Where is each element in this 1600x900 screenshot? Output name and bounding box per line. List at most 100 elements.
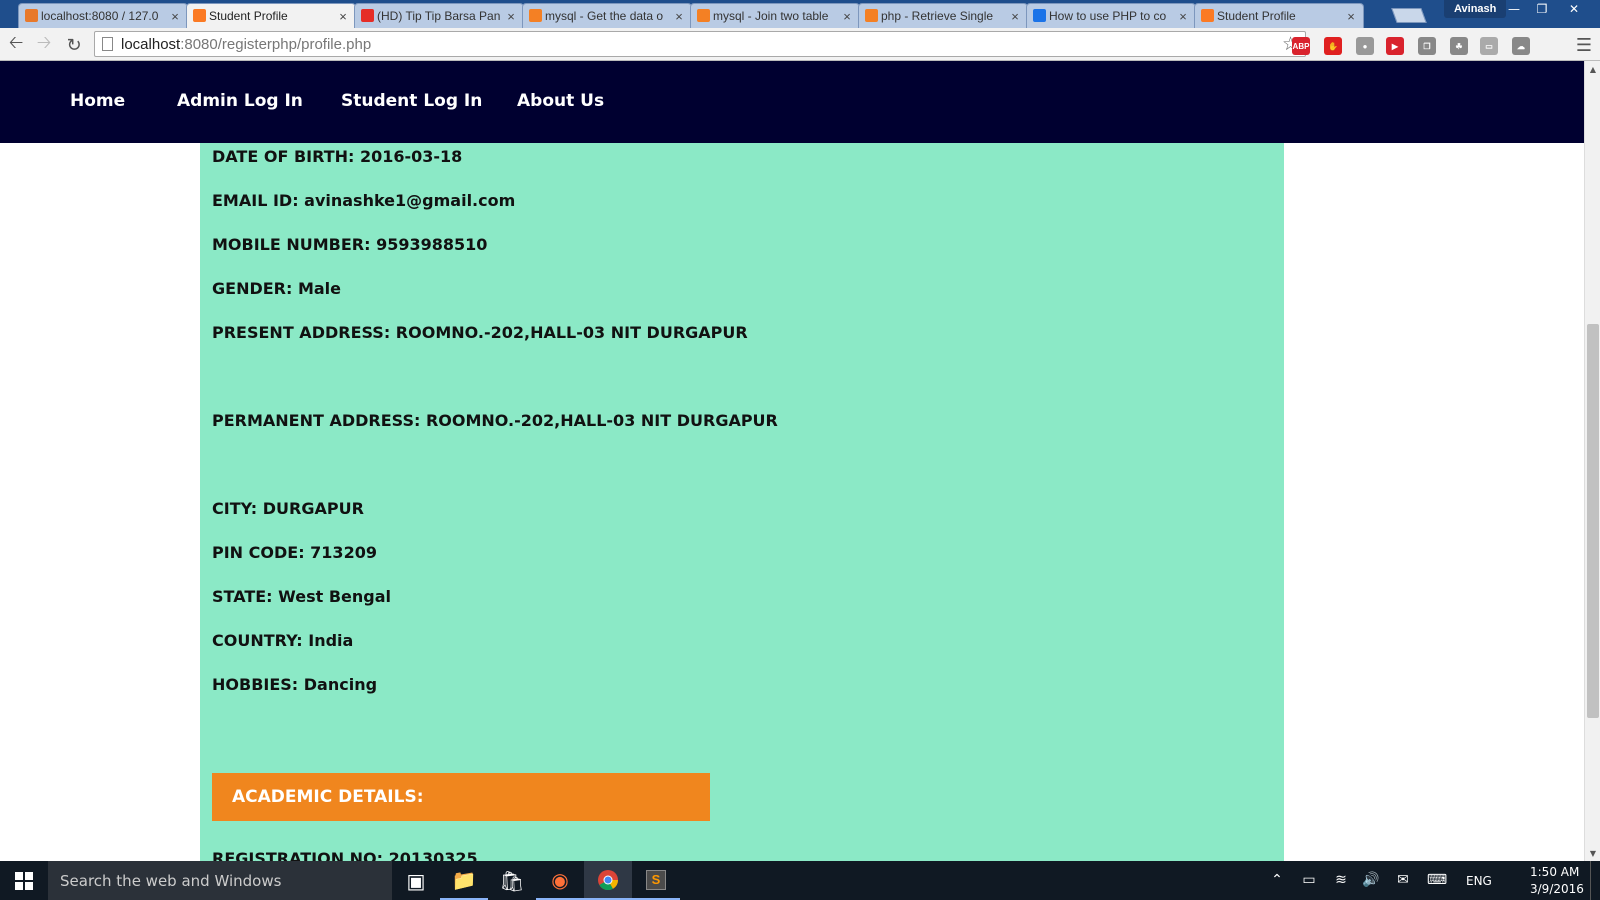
- browser-tab-strip: Avinash — ❐ ✕ localhost:8080 / 127.0 × Stu…: [0, 0, 1600, 28]
- bulb-icon[interactable]: ●: [1356, 37, 1374, 55]
- profile-panel: DATE OF BIRTH: 2016-03-18 EMAIL ID: avin…: [200, 143, 1284, 861]
- xampp-icon: [193, 9, 206, 22]
- close-tab-icon[interactable]: ×: [673, 9, 685, 24]
- show-desktop-button[interactable]: [1590, 861, 1600, 900]
- city: CITY: DURGAPUR: [212, 499, 364, 518]
- clock-date[interactable]: 3/9/2016: [1530, 882, 1584, 896]
- close-tab-icon[interactable]: ×: [1345, 9, 1357, 24]
- task-view-icon[interactable]: ▣: [392, 861, 440, 900]
- restore-icon[interactable]: ❐: [1528, 0, 1556, 18]
- language-indicator[interactable]: ENG: [1466, 874, 1492, 888]
- stackoverflow-icon: [865, 9, 878, 22]
- profile-button[interactable]: Avinash: [1444, 0, 1507, 18]
- stackoverflow-icon: [697, 9, 710, 22]
- start-button[interactable]: [0, 861, 48, 900]
- youtube-icon: [361, 9, 374, 22]
- chrome-menu-icon[interactable]: ☰: [1572, 33, 1596, 57]
- browser-tab[interactable]: mysql - Join two table ×: [690, 3, 860, 28]
- tab-title: How to use PHP to co: [1049, 9, 1167, 23]
- nav-about-us-link[interactable]: About Us: [517, 91, 604, 111]
- url-path: :8080/registerphp/profile.php: [180, 35, 372, 53]
- back-icon[interactable]: 🡠: [4, 32, 28, 57]
- gender: GENDER: Male: [212, 279, 342, 298]
- tab-title: Student Profile: [1217, 9, 1296, 23]
- mobile-number: MOBILE NUMBER: 9593988510: [212, 235, 488, 254]
- tab-title: php - Retrieve Single: [881, 9, 994, 23]
- stop-icon[interactable]: ✋: [1324, 37, 1342, 55]
- date-of-birth: DATE OF BIRTH: 2016-03-18: [212, 147, 463, 166]
- chrome-logo-icon: [598, 869, 619, 890]
- cloud-icon[interactable]: ☁: [1512, 37, 1530, 55]
- pin-code: PIN CODE: 713209: [212, 543, 377, 562]
- leaf-icon[interactable]: ☘: [1450, 37, 1468, 55]
- tab-title: Student Profile: [209, 9, 288, 23]
- registration-no: REGISTRATION NO: 20130325: [212, 849, 478, 861]
- permanent-address: PERMANENT ADDRESS: ROOMNO.-202,HALL-03 N…: [212, 411, 778, 430]
- country: COUNTRY: India: [212, 631, 354, 650]
- sublime-logo-icon: S: [646, 869, 666, 890]
- loading-icon: [1033, 9, 1046, 22]
- close-tab-icon[interactable]: ×: [841, 9, 853, 24]
- tab-title: mysql - Join two table: [713, 9, 829, 23]
- forward-icon[interactable]: 🡢: [32, 32, 56, 57]
- browser-tab[interactable]: localhost:8080 / 127.0 ×: [18, 3, 188, 28]
- site-navbar: Home Admin Log In Student Log In About U…: [0, 61, 1584, 143]
- browser-tab[interactable]: (HD) Tip Tip Barsa Pan ×: [354, 3, 524, 28]
- browser-toolbar: 🡠 🡢 ↻ localhost:8080/registerphp/profile…: [0, 28, 1600, 61]
- academic-details-header: ACADEMIC DETAILS:: [212, 773, 710, 821]
- close-tab-icon[interactable]: ×: [1009, 9, 1021, 24]
- close-tab-icon[interactable]: ×: [1177, 9, 1189, 24]
- firefox-icon[interactable]: ◉: [536, 861, 584, 900]
- action-center-icon[interactable]: ✉: [1394, 871, 1412, 889]
- browser-tab[interactable]: Student Profile ×: [186, 3, 356, 28]
- browser-tab[interactable]: How to use PHP to co ×: [1026, 3, 1196, 28]
- card-icon[interactable]: ▭: [1480, 37, 1498, 55]
- battery-icon[interactable]: ▭: [1300, 871, 1318, 889]
- minimize-icon[interactable]: —: [1500, 0, 1528, 18]
- copy-icon[interactable]: ❐: [1418, 37, 1436, 55]
- tab-title: mysql - Get the data o: [545, 9, 664, 23]
- hobbies: HOBBIES: Dancing: [212, 675, 378, 694]
- scrollbar-thumb[interactable]: [1587, 324, 1599, 718]
- page-viewport: Home Admin Log In Student Log In About U…: [0, 61, 1584, 861]
- clock-time[interactable]: 1:50 AM: [1530, 865, 1579, 879]
- volume-icon[interactable]: 🔊: [1362, 871, 1380, 889]
- wifi-icon[interactable]: ≋: [1332, 871, 1350, 889]
- abp-icon[interactable]: ABP: [1292, 37, 1310, 55]
- file-explorer-icon[interactable]: 📁: [440, 861, 488, 900]
- stackoverflow-icon: [529, 9, 542, 22]
- reload-icon[interactable]: ↻: [62, 33, 86, 57]
- taskbar-search-box[interactable]: Search the web and Windows: [48, 861, 392, 900]
- show-hidden-icons-icon[interactable]: ⌃: [1268, 871, 1286, 889]
- browser-tab[interactable]: mysql - Get the data o ×: [522, 3, 692, 28]
- state: STATE: West Bengal: [212, 587, 391, 606]
- page-scrollbar[interactable]: ▲ ▼: [1584, 61, 1600, 861]
- video-icon[interactable]: ▶: [1386, 37, 1404, 55]
- new-tab-button[interactable]: [1391, 8, 1427, 23]
- keyboard-icon[interactable]: ⌨: [1427, 871, 1447, 889]
- sublime-text-icon[interactable]: S: [632, 861, 680, 900]
- close-tab-icon[interactable]: ×: [169, 9, 181, 24]
- chrome-icon[interactable]: [584, 861, 632, 900]
- store-icon[interactable]: 🛍: [488, 861, 536, 900]
- address-bar[interactable]: localhost:8080/registerphp/profile.php ☆: [94, 31, 1306, 57]
- phpmyadmin-icon: [25, 9, 38, 22]
- nav-home-link[interactable]: Home: [70, 91, 125, 111]
- url-host: localhost: [121, 35, 181, 53]
- page-icon: [102, 37, 113, 51]
- windows-taskbar: Search the web and Windows ▣ 📁 🛍 ◉ S ⌃ ▭…: [0, 861, 1600, 900]
- scroll-up-icon[interactable]: ▲: [1585, 61, 1600, 77]
- close-tab-icon[interactable]: ×: [505, 9, 517, 24]
- windows-logo-icon: [15, 871, 33, 890]
- tab-title: localhost:8080 / 127.0: [41, 9, 159, 23]
- present-address: PRESENT ADDRESS: ROOMNO.-202,HALL-03 NIT…: [212, 323, 748, 342]
- close-window-icon[interactable]: ✕: [1560, 0, 1588, 18]
- close-tab-icon[interactable]: ×: [337, 9, 349, 24]
- browser-tab[interactable]: Student Profile ×: [1194, 3, 1364, 28]
- scroll-down-icon[interactable]: ▼: [1585, 845, 1600, 861]
- nav-admin-login-link[interactable]: Admin Log In: [177, 91, 303, 111]
- browser-tab[interactable]: php - Retrieve Single ×: [858, 3, 1028, 28]
- xampp-icon: [1201, 9, 1214, 22]
- tab-title: (HD) Tip Tip Barsa Pan: [377, 9, 501, 23]
- nav-student-login-link[interactable]: Student Log In: [341, 91, 482, 111]
